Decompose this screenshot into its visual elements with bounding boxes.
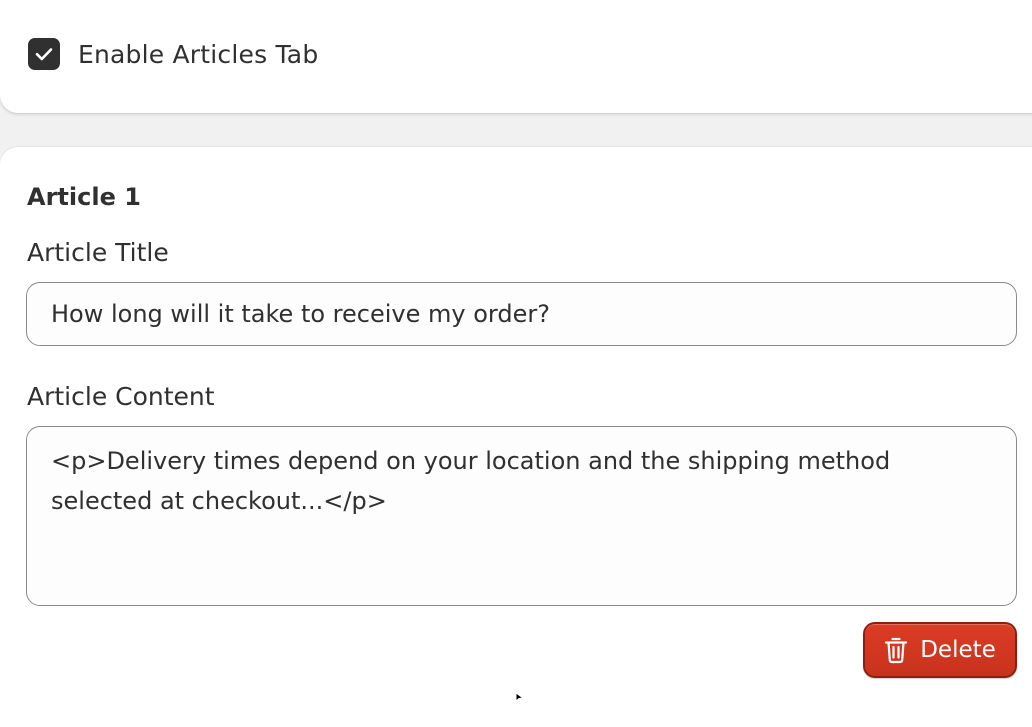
article-heading: Article 1 <box>27 183 141 211</box>
enable-articles-tab-checkbox[interactable] <box>28 38 60 70</box>
enable-articles-tab-label[interactable]: Enable Articles Tab <box>78 40 318 69</box>
enable-articles-tab-row[interactable]: Enable Articles Tab <box>28 38 318 70</box>
article-title-label: Article Title <box>27 238 169 267</box>
checkmark-icon <box>35 48 53 61</box>
article-content-textarea[interactable]: <p>Delivery times depend on your locatio… <box>26 426 1017 606</box>
mouse-pointer-icon <box>515 686 525 705</box>
article-title-input[interactable]: How long will it take to receive my orde… <box>26 282 1017 346</box>
delete-button-label: Delete <box>920 637 996 663</box>
article-content-label: Article Content <box>27 382 215 411</box>
trash-icon <box>884 636 908 664</box>
delete-article-button[interactable]: Delete <box>863 622 1017 678</box>
